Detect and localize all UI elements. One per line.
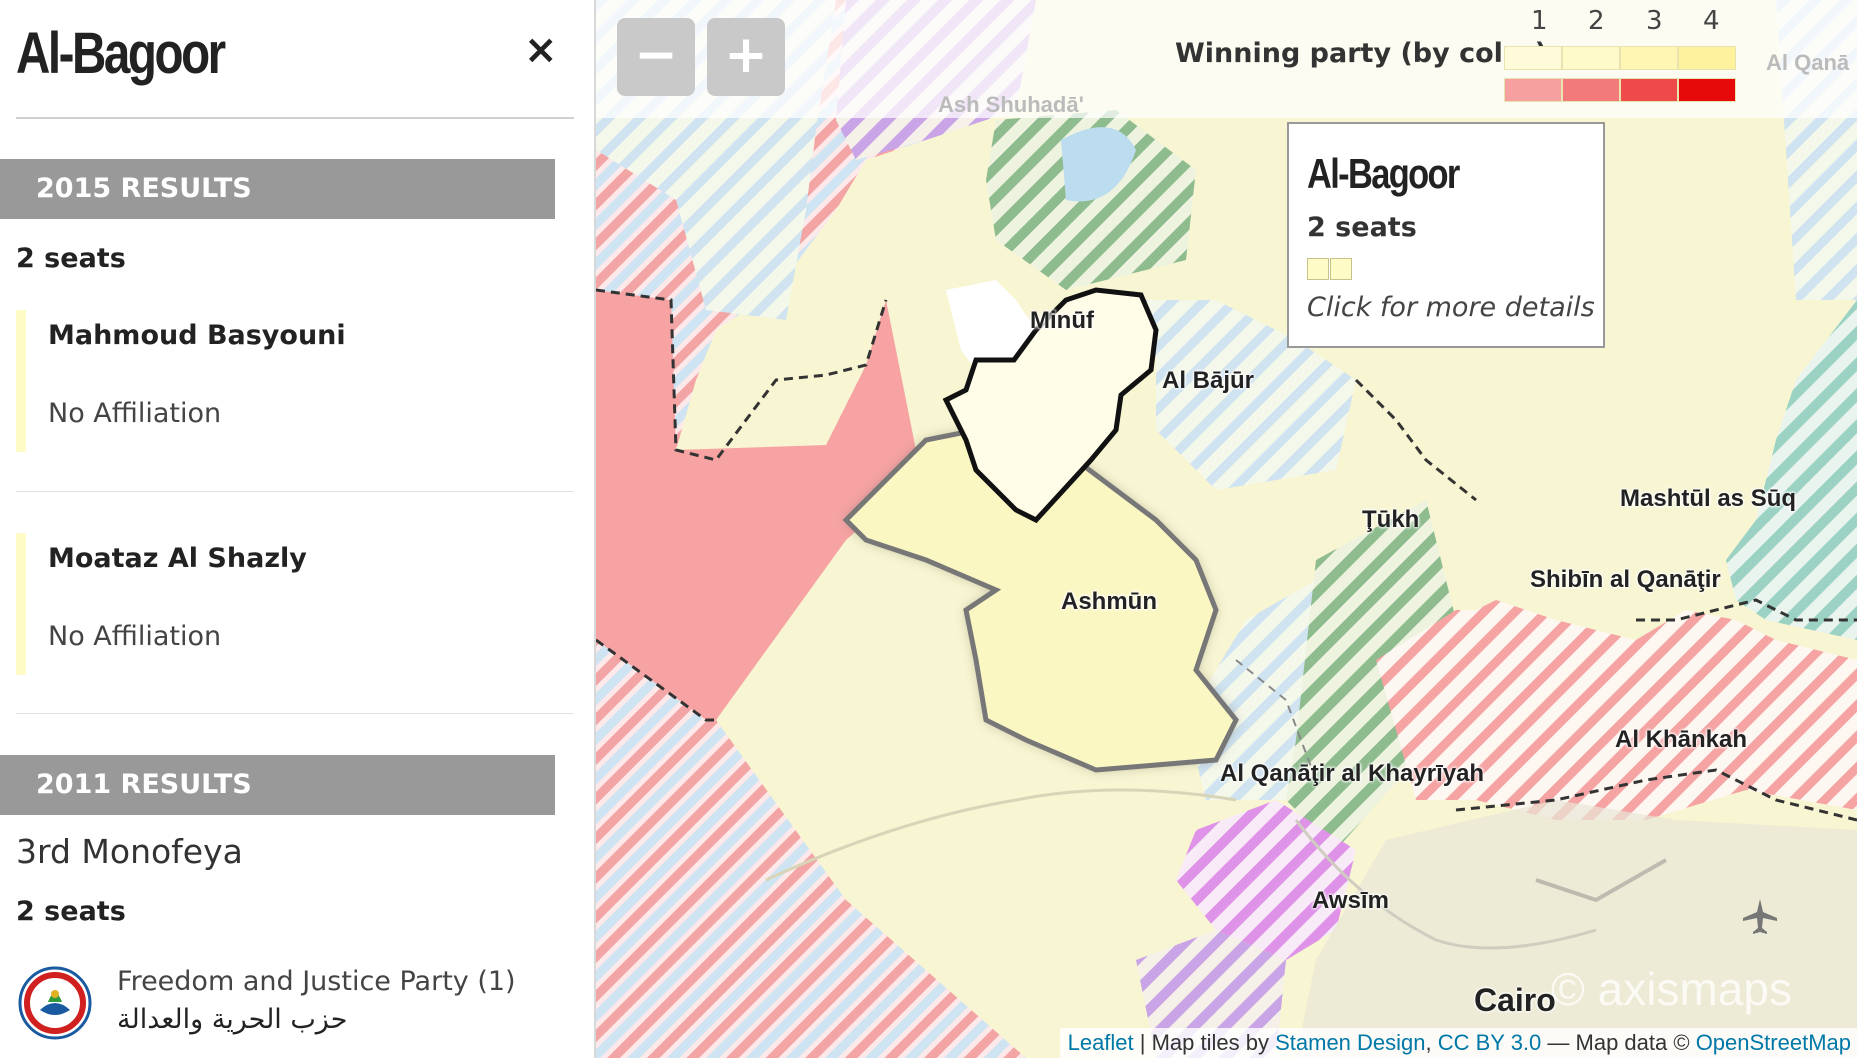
tooltip-seats: 2 seats	[1307, 212, 1417, 243]
party-color-bar	[16, 533, 26, 675]
legend-swatch	[1504, 78, 1562, 102]
place-label: Ţūkh	[1362, 506, 1420, 533]
results-2011-header: 2011 RESULTS	[0, 755, 555, 815]
tooltip-hint: Click for more details	[1307, 292, 1595, 323]
legend-number: 4	[1703, 6, 1720, 36]
legend-number: 1	[1531, 6, 1548, 36]
candidate-affiliation: No Affiliation	[48, 621, 222, 652]
place-label: Al Qanā	[1766, 50, 1850, 75]
place-label: Al Khānkah	[1615, 726, 1748, 753]
legend-swatch	[1562, 78, 1620, 102]
place-label: Al Bājūr	[1162, 367, 1255, 394]
sidebar: Al-Bagoor × 2015 RESULTS 2 seats Mahmoud…	[0, 0, 596, 1058]
candidate-card[interactable]: Moataz Al Shazly No Affiliation	[16, 533, 574, 675]
place-label: Awsīm	[1312, 887, 1389, 914]
seat-square	[1330, 258, 1352, 280]
stamen-link[interactable]: Stamen Design	[1275, 1030, 1425, 1055]
place-label: Ash Shuhadā'	[938, 92, 1084, 117]
candidate-affiliation: No Affiliation	[48, 398, 222, 429]
tooltip-title: Al-Bagoor	[1307, 150, 1460, 197]
map-canvas[interactable]	[596, 0, 1857, 1058]
watermark: © axismaps	[1551, 963, 1792, 1015]
legend-number: 3	[1646, 6, 1663, 36]
cc-link[interactable]: CC BY 3.0	[1438, 1030, 1542, 1055]
place-label: Al Qanāţir al Khayrīyah	[1220, 760, 1485, 787]
legend: Winning party (by color) 1 2 3 4	[596, 0, 1857, 118]
divider	[16, 117, 574, 119]
district-title: Al-Bagoor	[16, 21, 226, 86]
attribution-text: — Map data ©	[1541, 1030, 1696, 1055]
map[interactable]: Winning party (by color) 1 2 3 4 − + Ash…	[596, 0, 1857, 1058]
leaflet-link[interactable]: Leaflet	[1068, 1030, 1134, 1055]
place-label: Cairo	[1474, 982, 1556, 1018]
attribution-text: | Map tiles by	[1133, 1030, 1276, 1055]
place-label: Minūf	[1030, 307, 1094, 334]
close-icon[interactable]: ×	[524, 30, 558, 70]
party-name: Freedom and Justice Party (1)	[117, 966, 516, 997]
place-label: Mashtūl as Sūq	[1620, 485, 1797, 512]
legend-swatch	[1678, 78, 1736, 102]
zoom-out-button[interactable]: −	[617, 18, 695, 96]
legend-swatch	[1620, 46, 1678, 70]
party-color-bar	[16, 310, 26, 452]
legend-swatch	[1504, 46, 1562, 70]
district-2011: 3rd Monofeya	[16, 832, 243, 871]
results-2015-header: 2015 RESULTS	[0, 159, 555, 219]
district-tooltip[interactable]: Al-Bagoor 2 seats Click for more details	[1287, 122, 1605, 348]
divider	[16, 713, 574, 714]
seats-2015: 2 seats	[16, 243, 126, 274]
legend-swatch	[1620, 78, 1678, 102]
place-label: Ashmūn	[1061, 588, 1157, 615]
airplane-icon	[1743, 899, 1777, 934]
candidate-card[interactable]: Mahmoud Basyouni No Affiliation	[16, 310, 574, 452]
seats-2011: 2 seats	[16, 896, 126, 927]
candidate-name: Moataz Al Shazly	[48, 543, 307, 574]
party-logo-icon	[18, 966, 92, 1040]
legend-swatch	[1678, 46, 1736, 70]
map-attribution: Leaflet | Map tiles by Stamen Design, CC…	[1059, 1028, 1857, 1058]
legend-swatch	[1562, 46, 1620, 70]
legend-title: Winning party (by color)	[1175, 38, 1548, 69]
osm-link[interactable]: OpenStreetMap	[1696, 1030, 1851, 1055]
legend-number: 2	[1588, 6, 1605, 36]
divider	[16, 491, 574, 492]
attribution-text: ,	[1425, 1030, 1438, 1055]
candidate-name: Mahmoud Basyouni	[48, 320, 346, 351]
party-name-arabic: حزب الحرية والعدالة	[117, 1004, 348, 1035]
place-label: Shibīn al Qanāţir	[1530, 566, 1721, 593]
zoom-in-button[interactable]: +	[707, 18, 785, 96]
seat-square	[1307, 258, 1329, 280]
